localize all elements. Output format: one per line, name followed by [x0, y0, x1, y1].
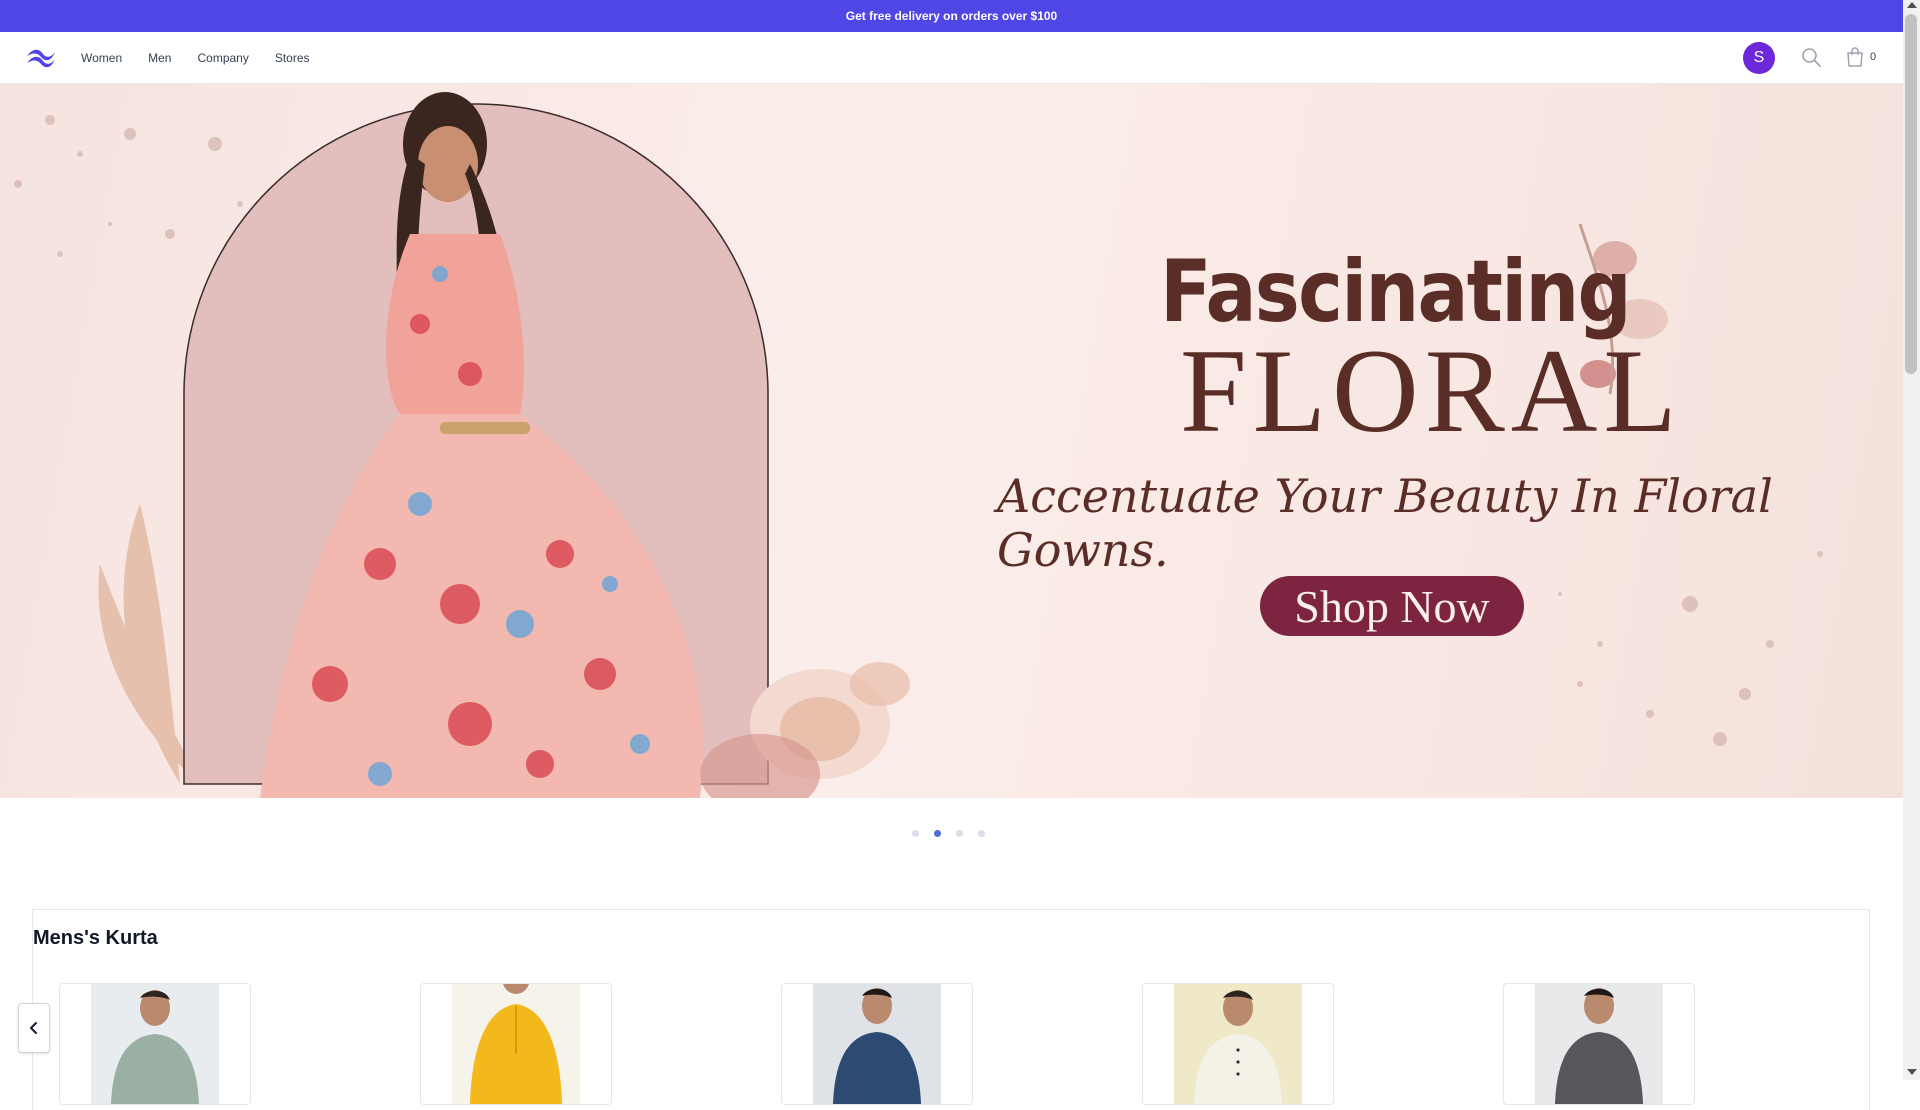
top-navbar: Women Men Company Stores S 0: [0, 32, 1903, 84]
avatar[interactable]: S: [1743, 42, 1775, 74]
product-image: [1174, 984, 1302, 1104]
product-card[interactable]: [781, 983, 973, 1105]
product-image: [91, 984, 219, 1104]
hero-banner[interactable]: Fascinating FLORAL Accentuate Your Beaut…: [0, 84, 1903, 798]
product-image: [452, 984, 580, 1104]
announcement-bar: Get free delivery on orders over $100: [0, 0, 1903, 32]
carousel-prev-button[interactable]: [18, 1003, 50, 1053]
hero-subtitle: Accentuate Your Beauty In Floral Gowns.: [997, 469, 1773, 577]
cart-button[interactable]: 0: [1846, 46, 1876, 68]
carousel-dot[interactable]: [912, 830, 919, 837]
hero-title-line2: FLORAL: [1180, 324, 1683, 457]
product-card[interactable]: [59, 983, 251, 1105]
scroll-down-arrow-icon[interactable]: [1907, 1069, 1917, 1075]
product-image: [1535, 984, 1663, 1104]
carousel-dot-active[interactable]: [934, 830, 941, 837]
chevron-left-icon: [30, 1022, 37, 1034]
nav-link-company[interactable]: Company: [197, 51, 248, 65]
avatar-initial: S: [1753, 49, 1765, 66]
product-card[interactable]: [420, 983, 612, 1105]
nav-link-women[interactable]: Women: [81, 51, 122, 65]
announcement-text: Get free delivery on orders over $100: [845, 9, 1058, 23]
scrollbar-thumb[interactable]: [1905, 14, 1917, 374]
scroll-up-arrow-icon[interactable]: [1907, 2, 1917, 8]
logo-icon[interactable]: [25, 46, 57, 68]
cart-count: 0: [1870, 51, 1877, 63]
product-card[interactable]: [1503, 983, 1695, 1105]
shopping-bag-icon: [1847, 47, 1863, 67]
search-icon[interactable]: [1800, 46, 1822, 68]
product-card[interactable]: [1142, 983, 1334, 1105]
product-image: [813, 984, 941, 1104]
carousel-dot[interactable]: [978, 830, 985, 837]
nav-link-men[interactable]: Men: [148, 51, 171, 65]
shop-now-button[interactable]: Shop Now: [1260, 576, 1524, 636]
nav-links: Women Men Company Stores: [81, 32, 310, 83]
nav-link-stores[interactable]: Stores: [275, 51, 310, 65]
carousel-dots: [912, 830, 985, 837]
carousel-dot[interactable]: [956, 830, 963, 837]
section-title: Mens's Kurta: [33, 927, 158, 949]
